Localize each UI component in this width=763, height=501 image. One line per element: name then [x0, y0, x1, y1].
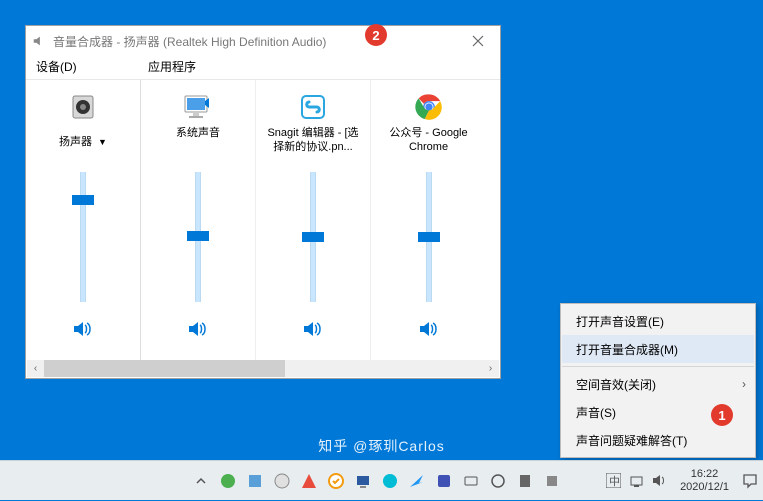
app-icon[interactable]: [541, 470, 563, 492]
app-icon[interactable]: [406, 470, 428, 492]
mute-toggle[interactable]: [419, 320, 439, 338]
menu-separator: [562, 366, 754, 367]
menu-open-sound-settings[interactable]: 打开声音设置(E): [562, 307, 754, 335]
menu-troubleshoot[interactable]: 声音问题疑难解答(T): [562, 426, 754, 454]
annotation-badge-2: 2: [365, 24, 387, 46]
volume-mixer-window: 音量合成器 - 扬声器 (Realtek High Definition Aud…: [25, 25, 501, 379]
chevron-down-icon: ▼: [98, 135, 107, 149]
annotation-badge-1: 1: [711, 404, 733, 426]
taskbar: 中 16:22 2020/12/1: [0, 460, 763, 500]
app-icon[interactable]: [433, 470, 455, 492]
app-icon[interactable]: [298, 470, 320, 492]
mute-toggle[interactable]: [73, 320, 93, 338]
app-icon[interactable]: [352, 470, 374, 492]
horizontal-scrollbar[interactable]: ‹ ›: [27, 360, 499, 377]
taskbar-center-icons: [190, 470, 563, 492]
tray-up-icon[interactable]: [190, 470, 212, 492]
app-icon[interactable]: [325, 470, 347, 492]
speaker-icon: [31, 33, 47, 49]
mute-toggle[interactable]: [303, 320, 323, 338]
taskbar-clock[interactable]: 16:22 2020/12/1: [674, 468, 735, 494]
menu-spatial-sound[interactable]: 空间音效(关闭)›: [562, 370, 754, 398]
column-headers: 设备(D) 应用程序: [26, 56, 500, 79]
chrome-icon[interactable]: [412, 90, 446, 124]
volume-slider[interactable]: [195, 172, 201, 302]
app-label: Snagit 编辑器 - [选择新的协议.pn...: [256, 126, 370, 158]
system-sound-icon[interactable]: [181, 90, 215, 124]
app-column-snagit: Snagit 编辑器 - [选择新的协议.pn...: [256, 80, 371, 360]
app-icon[interactable]: [271, 470, 293, 492]
mute-toggle[interactable]: [188, 320, 208, 338]
chevron-right-icon: ›: [742, 377, 746, 391]
volume-slider[interactable]: [426, 172, 432, 302]
app-icon[interactable]: [379, 470, 401, 492]
mixer-columns: 扬声器 ▼ 系统声音: [26, 79, 500, 360]
app-icon[interactable]: [217, 470, 239, 492]
header-apps: 应用程序: [144, 58, 490, 75]
app-label: 系统声音: [170, 126, 226, 158]
app-column-chrome: 公众号 - Google Chrome: [371, 80, 486, 360]
title-bar: 音量合成器 - 扬声器 (Realtek High Definition Aud…: [26, 26, 500, 56]
volume-slider[interactable]: [80, 172, 86, 302]
speaker-device-icon[interactable]: [66, 90, 100, 124]
window-title: 音量合成器 - 扬声器 (Realtek High Definition Aud…: [53, 33, 326, 50]
device-column: 扬声器 ▼: [26, 80, 141, 360]
header-device: 设备(D): [36, 58, 144, 75]
app-icon[interactable]: [244, 470, 266, 492]
device-label[interactable]: 扬声器 ▼: [53, 126, 113, 158]
system-tray: 中 16:22 2020/12/1: [605, 461, 759, 500]
snagit-icon[interactable]: [296, 90, 330, 124]
app-icon[interactable]: [487, 470, 509, 492]
scrollbar-thumb[interactable]: [44, 360, 285, 377]
app-icon[interactable]: [514, 470, 536, 492]
action-center-icon[interactable]: [741, 461, 759, 501]
menu-open-volume-mixer[interactable]: 打开音量合成器(M): [562, 335, 754, 363]
app-icon[interactable]: [460, 470, 482, 492]
scroll-right-button[interactable]: ›: [482, 360, 499, 377]
ime-icon[interactable]: 中: [605, 472, 622, 489]
svg-text:中: 中: [609, 475, 620, 488]
close-button[interactable]: [458, 28, 498, 54]
volume-slider[interactable]: [310, 172, 316, 302]
app-column-system: 系统声音: [141, 80, 256, 360]
sound-context-menu: 打开声音设置(E) 打开音量合成器(M) 空间音效(关闭)› 声音(S) 声音问…: [560, 303, 756, 458]
scroll-left-button[interactable]: ‹: [27, 360, 44, 377]
volume-tray-icon[interactable]: [651, 472, 668, 489]
network-icon[interactable]: [628, 472, 645, 489]
app-label: 公众号 - Google Chrome: [371, 126, 486, 158]
